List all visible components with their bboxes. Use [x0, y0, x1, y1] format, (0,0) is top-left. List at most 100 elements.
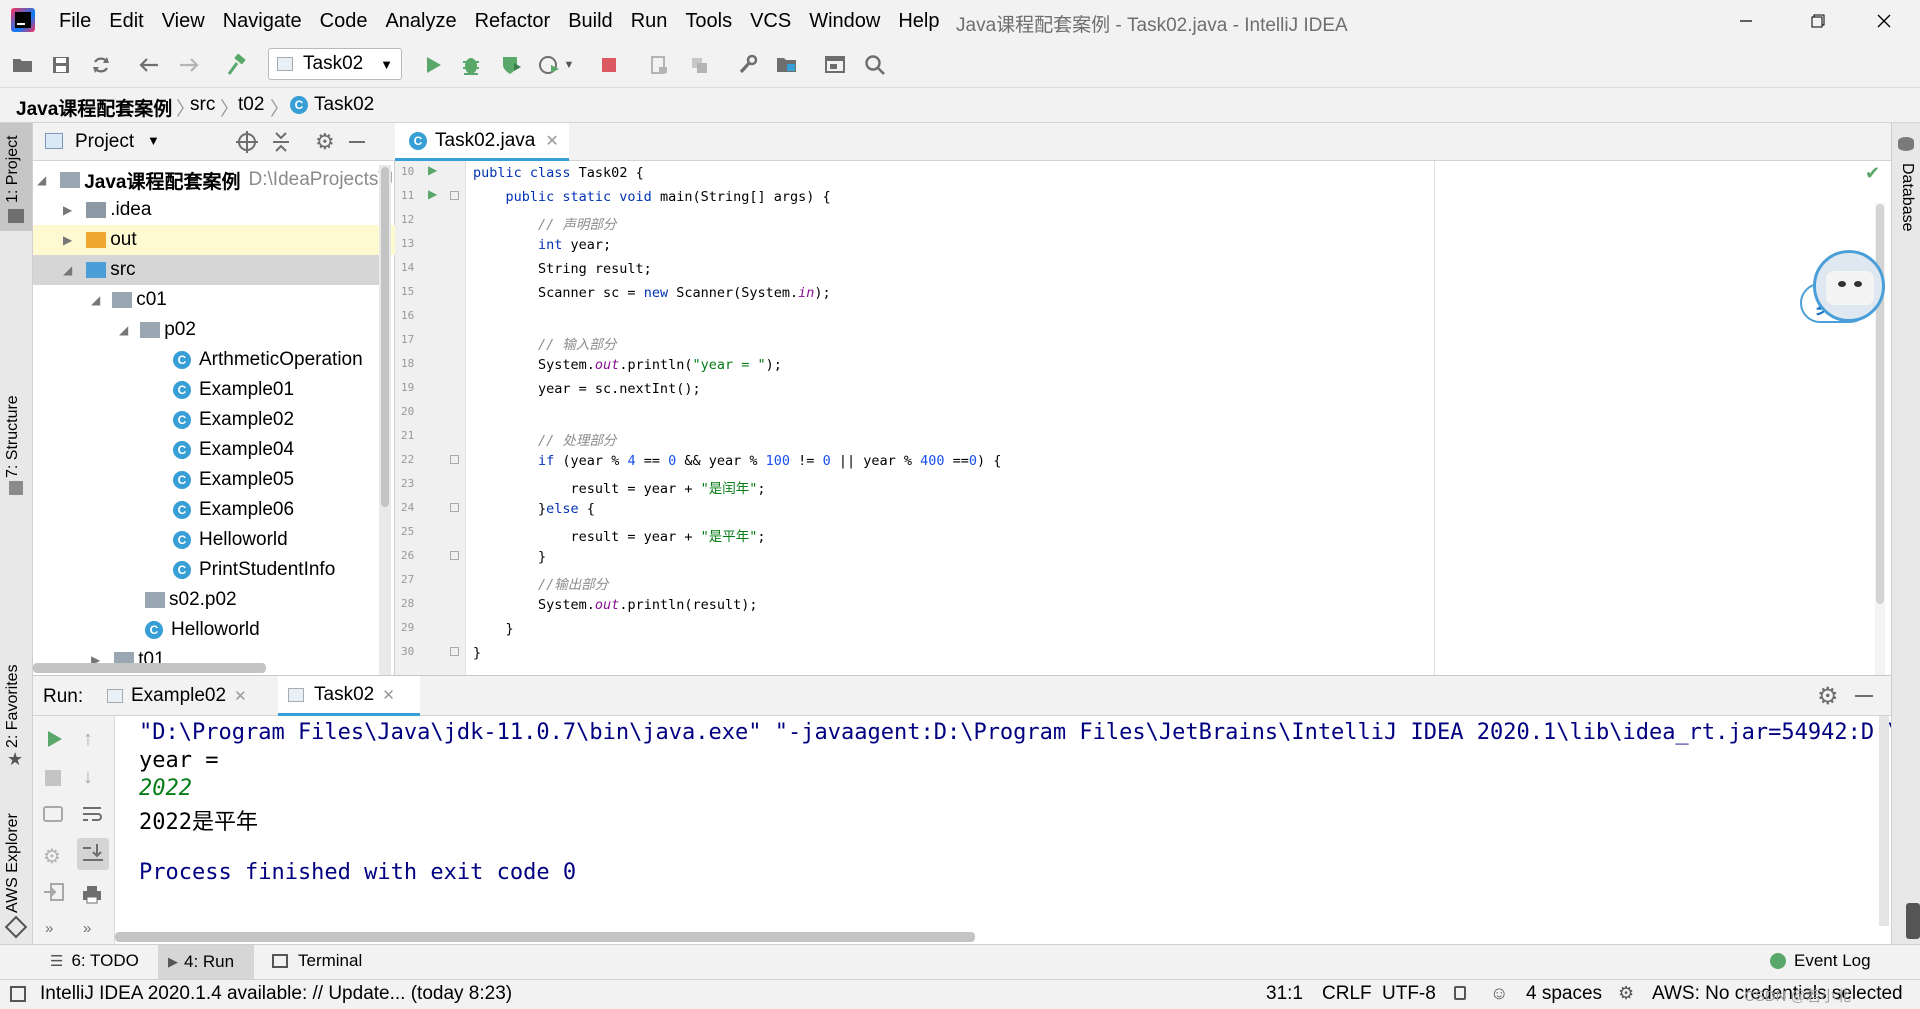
menu-help[interactable]: Help [889, 10, 948, 33]
tree-item-class[interactable]: C ArthmeticOperation [173, 345, 363, 375]
database-icon[interactable] [1898, 137, 1914, 151]
tree-vertical-scrollbar[interactable] [379, 165, 391, 685]
run-play-icon[interactable] [418, 50, 448, 80]
open-folder-icon[interactable] [8, 50, 38, 80]
structure-tool-tab[interactable]: 7: Structure [0, 263, 32, 495]
menu-refactor[interactable]: Refactor [466, 10, 560, 33]
coverage-shield-icon[interactable] [496, 50, 526, 80]
event-log-tool-tab[interactable]: Event Log [1770, 951, 1871, 971]
minimize-panel-icon[interactable] [1855, 695, 1873, 697]
tree-item-out[interactable]: ▶ out [33, 225, 395, 255]
inspector-icon[interactable]: ☺ [1490, 983, 1508, 1004]
tree-item-class[interactable]: C Helloworld [145, 615, 260, 645]
menu-analyze[interactable]: Analyze [376, 10, 465, 33]
menu-code[interactable]: Code [311, 10, 377, 33]
close-tab-icon[interactable]: ✕ [382, 686, 395, 704]
tree-horizontal-scrollbar[interactable] [33, 663, 266, 673]
breadcrumb-t02[interactable]: t02 [238, 94, 264, 116]
locate-crosshair-icon[interactable] [235, 130, 259, 159]
settings-wrench-icon[interactable] [732, 50, 762, 80]
tree-item-p02[interactable]: ◢ p02 [33, 315, 395, 345]
line-separator[interactable]: CRLF [1322, 983, 1372, 1005]
menu-view[interactable]: View [153, 10, 214, 33]
soft-wrap-icon[interactable] [81, 804, 103, 829]
minimize-panel-icon[interactable] [349, 141, 365, 143]
editor-tab-task02[interactable]: C Task02.java ✕ [395, 123, 569, 161]
breadcrumb-task02[interactable]: Task02 [314, 94, 374, 116]
collapse-all-icon[interactable] [271, 131, 291, 158]
close-window-button[interactable] [1848, 0, 1920, 42]
presentation-icon[interactable] [820, 50, 850, 80]
save-icon[interactable] [46, 50, 76, 80]
project-tool-tab[interactable]: 1: Project [0, 123, 32, 231]
attach-debugger-icon[interactable] [644, 50, 674, 80]
toggle-tool-windows-icon[interactable] [10, 986, 26, 1002]
menu-navigate[interactable]: Navigate [214, 10, 311, 33]
code-area[interactable]: public class Task02 { public static void… [395, 161, 1891, 675]
dump-threads-icon[interactable]: ⚙ [43, 844, 61, 869]
tree-item-class[interactable]: C Example02 [173, 405, 294, 435]
camera-icon[interactable] [43, 806, 63, 822]
run-tab-task02[interactable]: Task02 ✕ [278, 676, 420, 716]
debug-bug-icon[interactable] [456, 50, 486, 80]
run-configuration-select[interactable]: Task02 ▼ [268, 48, 402, 80]
run-tab-example02[interactable]: Example02 ✕ [107, 676, 247, 716]
tree-item-src[interactable]: ◢ src [33, 255, 379, 285]
tree-item-class[interactable]: C Example01 [173, 375, 294, 405]
caret-position[interactable]: 31:1 [1266, 983, 1303, 1005]
breadcrumb-project[interactable]: Java课程配套案例 [16, 94, 172, 121]
print-icon[interactable] [81, 884, 103, 909]
more-chevrons-icon[interactable]: » [83, 920, 91, 937]
terminal-tool-tab[interactable]: Terminal [272, 951, 362, 971]
project-structure-icon[interactable] [772, 50, 802, 80]
project-panel-title[interactable]: Project [75, 131, 134, 153]
lock-icon[interactable] [1454, 986, 1466, 1000]
tree-item-idea[interactable]: ▶ .idea [33, 195, 395, 225]
aws-status-icon[interactable]: ⚙ [1618, 983, 1634, 1004]
tree-item-class[interactable]: C Helloworld [173, 525, 288, 555]
menu-vcs[interactable]: VCS [741, 10, 800, 33]
tree-item-c01[interactable]: ◢ c01 [33, 285, 395, 315]
search-icon[interactable] [860, 50, 890, 80]
favorites-tool-tab[interactable]: 2: Favorites ★ [0, 653, 32, 769]
run-more-chevron-icon[interactable]: ▼ [560, 50, 578, 80]
tree-item-class[interactable]: C Example06 [173, 495, 294, 525]
stop-icon[interactable] [45, 770, 61, 786]
run-tool-tab[interactable]: ▶ 4: Run [158, 945, 254, 979]
menu-edit[interactable]: Edit [100, 10, 152, 33]
menu-window[interactable]: Window [800, 10, 889, 33]
arrow-up-icon[interactable]: ↑ [83, 728, 93, 751]
menu-run[interactable]: Run [622, 10, 677, 33]
chevron-down-icon[interactable]: ▼ [147, 133, 160, 148]
more-chevrons-icon[interactable]: » [45, 920, 53, 937]
database-tool-label[interactable]: Database [1898, 163, 1916, 232]
console-output[interactable]: "D:\Program Files\Java\jdk-11.0.7\bin\ja… [115, 716, 1891, 945]
tree-root[interactable]: ◢ Java课程配套案例 D:\IdeaProjects\J [33, 165, 395, 195]
exit-icon[interactable] [43, 882, 65, 907]
tree-item-class[interactable]: C Example04 [173, 435, 294, 465]
minimize-button[interactable] [1710, 0, 1782, 42]
tree-item-package[interactable]: s02.p02 [145, 585, 237, 615]
back-arrow-icon[interactable] [134, 50, 164, 80]
todo-tool-tab[interactable]: ☰ 6: TODO [50, 951, 139, 971]
tree-item-class[interactable]: C Example05 [173, 465, 294, 495]
stop-icon[interactable] [594, 50, 624, 80]
console-horizontal-scrollbar[interactable] [115, 932, 975, 942]
inspection-ok-check-icon[interactable]: ✔ [1865, 163, 1880, 184]
layered-cubes-icon[interactable] [684, 50, 714, 80]
rerun-play-icon[interactable] [45, 730, 63, 753]
restore-button[interactable] [1782, 0, 1854, 42]
status-message[interactable]: IntelliJ IDEA 2020.1.4 available: // Upd… [40, 983, 512, 1005]
breadcrumb-src[interactable]: src [190, 94, 215, 116]
scroll-to-end-button[interactable] [77, 838, 109, 870]
arrow-down-icon[interactable]: ↓ [83, 766, 93, 789]
sync-icon[interactable] [86, 50, 116, 80]
indent-setting[interactable]: 4 spaces [1526, 983, 1602, 1005]
forward-arrow-icon[interactable] [174, 50, 204, 80]
tree-item-class[interactable]: C PrintStudentInfo [173, 555, 335, 585]
menu-file[interactable]: File [50, 10, 100, 33]
gear-icon[interactable]: ⚙ [315, 129, 335, 155]
menu-tools[interactable]: Tools [676, 10, 741, 33]
file-encoding[interactable]: UTF-8 [1382, 983, 1436, 1005]
close-tab-icon[interactable]: ✕ [545, 131, 558, 151]
